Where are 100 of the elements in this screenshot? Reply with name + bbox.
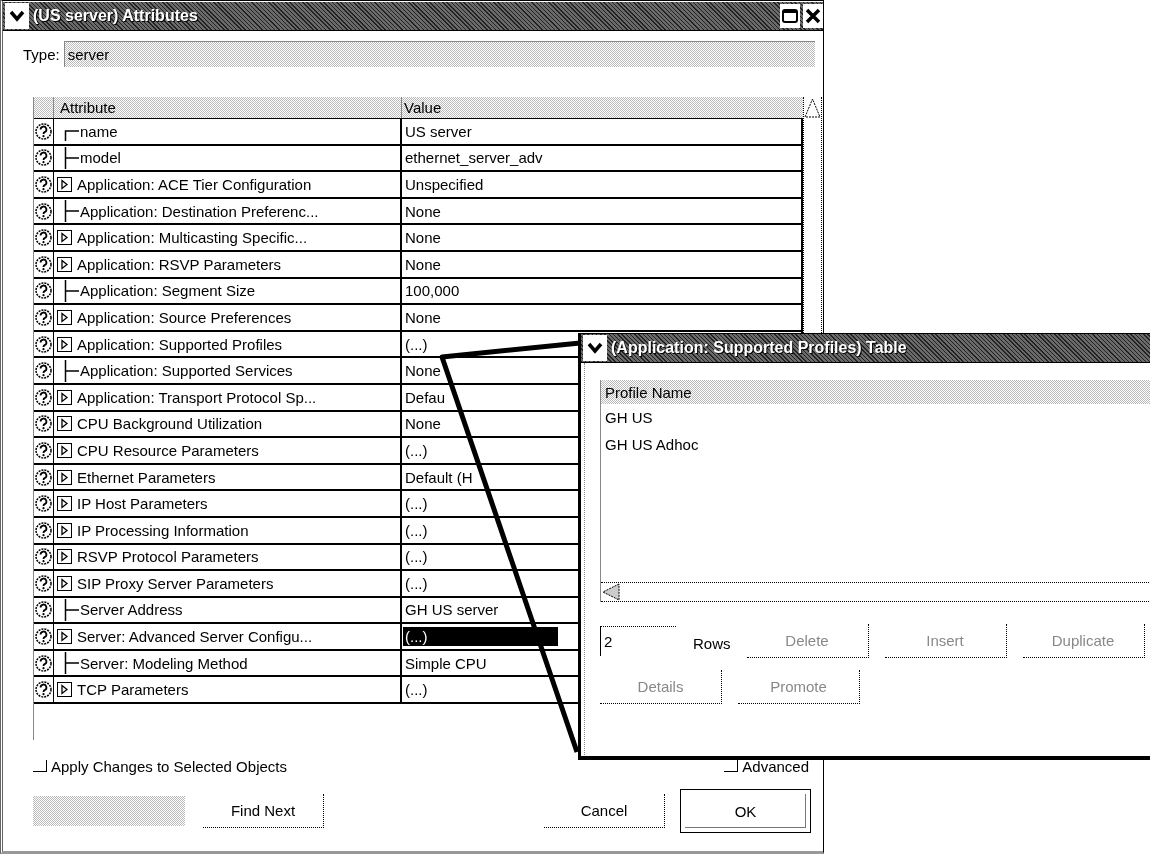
chevron-down-icon[interactable] bbox=[587, 342, 603, 354]
expand-icon[interactable] bbox=[57, 309, 72, 325]
maximize-icon[interactable] bbox=[780, 4, 800, 28]
checkbox-label[interactable]: Advanced bbox=[742, 758, 809, 775]
expand-icon[interactable] bbox=[57, 230, 72, 246]
chevron-down-icon[interactable] bbox=[9, 10, 25, 22]
attribute-value[interactable]: None bbox=[403, 201, 443, 221]
checkbox[interactable] bbox=[33, 760, 47, 772]
help-icon[interactable] bbox=[35, 176, 52, 193]
help-icon[interactable] bbox=[35, 654, 52, 672]
column-header[interactable]: Profile Name bbox=[601, 380, 1150, 404]
attribute-value[interactable]: Simple CPU bbox=[403, 653, 489, 673]
attribute-value[interactable]: Default (H bbox=[403, 467, 475, 487]
help-icon[interactable] bbox=[35, 468, 52, 486]
help-icon[interactable] bbox=[35, 495, 52, 513]
type-label: Type: bbox=[23, 45, 60, 63]
attribute-value[interactable]: None bbox=[403, 414, 443, 434]
attribute-name: Application: Multicasting Specific... bbox=[76, 229, 308, 247]
help-icon[interactable] bbox=[35, 548, 52, 566]
help-icon[interactable] bbox=[35, 308, 52, 326]
attribute-value[interactable]: (...) bbox=[403, 520, 430, 540]
expand-icon[interactable] bbox=[57, 682, 72, 698]
table-row[interactable]: GH US Adhoc bbox=[601, 431, 1150, 458]
attribute-value[interactable]: US server bbox=[403, 121, 474, 141]
expand-icon[interactable] bbox=[57, 522, 72, 538]
help-icon[interactable] bbox=[35, 574, 52, 592]
attribute-name: Application: Supported Services bbox=[79, 362, 293, 380]
attribute-value[interactable]: None bbox=[403, 307, 443, 327]
attribute-name: Ethernet Parameters bbox=[76, 468, 216, 486]
expand-icon[interactable] bbox=[57, 256, 72, 272]
expand-icon[interactable] bbox=[57, 575, 72, 591]
scroll-left-icon[interactable] bbox=[601, 583, 621, 601]
help-icon[interactable] bbox=[35, 521, 52, 539]
attribute-name: TCP Parameters bbox=[76, 681, 189, 699]
expand-icon[interactable] bbox=[57, 177, 72, 192]
attribute-name: RSVP Protocol Parameters bbox=[76, 548, 259, 566]
attribute-value[interactable]: (...) bbox=[403, 627, 558, 647]
checkbox-label[interactable]: Apply Changes to Selected Objects bbox=[51, 758, 287, 775]
help-icon[interactable] bbox=[35, 255, 52, 273]
attribute-name: CPU Background Utilization bbox=[76, 415, 263, 433]
column-header[interactable]: Value bbox=[402, 97, 803, 118]
attribute-value[interactable]: (...) bbox=[403, 494, 430, 514]
dialog-button[interactable]: Find Next bbox=[203, 794, 324, 828]
attribute-name: Application: ACE Tier Configuration bbox=[76, 176, 312, 193]
type-field: server bbox=[63, 41, 815, 67]
dialog-button[interactable]: OK bbox=[680, 789, 811, 833]
help-icon[interactable] bbox=[35, 149, 52, 167]
help-icon[interactable] bbox=[35, 229, 52, 247]
column-header[interactable]: Attribute bbox=[54, 97, 402, 118]
attribute-name: Server Address bbox=[79, 601, 183, 619]
help-icon[interactable] bbox=[35, 628, 52, 646]
help-icon[interactable] bbox=[35, 601, 52, 619]
search-field[interactable] bbox=[33, 796, 185, 826]
help-icon[interactable] bbox=[35, 362, 52, 380]
help-icon[interactable] bbox=[35, 441, 52, 459]
expand-icon[interactable] bbox=[57, 469, 72, 485]
attribute-value[interactable]: Defau bbox=[403, 387, 448, 407]
help-icon[interactable] bbox=[35, 282, 52, 300]
table-row[interactable]: GH US bbox=[601, 404, 1150, 431]
attribute-name: SIP Proxy Server Parameters bbox=[76, 574, 274, 592]
attribute-value[interactable]: GH US server bbox=[403, 600, 501, 620]
attribute-name: Application: Transport Protocol Sp... bbox=[76, 388, 317, 406]
expand-icon[interactable] bbox=[57, 496, 72, 512]
dialog-button[interactable]: Cancel bbox=[544, 794, 665, 828]
attribute-name: IP Host Parameters bbox=[76, 495, 208, 513]
attribute-value[interactable]: None bbox=[403, 254, 443, 274]
attribute-value[interactable]: ethernet_server_adv bbox=[403, 148, 545, 168]
expand-icon[interactable] bbox=[57, 389, 72, 405]
expand-icon[interactable] bbox=[57, 442, 72, 458]
scrollbar[interactable] bbox=[803, 97, 822, 333]
window-title: (Application: Supported Profiles) Table bbox=[610, 339, 907, 357]
attribute-value[interactable]: None bbox=[403, 228, 443, 248]
row-count-field[interactable]: 2 bbox=[600, 626, 676, 656]
expand-icon[interactable] bbox=[57, 416, 72, 432]
help-icon[interactable] bbox=[35, 335, 52, 353]
help-icon[interactable] bbox=[35, 202, 52, 220]
attribute-value[interactable]: None bbox=[403, 361, 443, 381]
help-icon[interactable] bbox=[35, 681, 52, 699]
attribute-name: Application: Source Preferences bbox=[76, 308, 292, 326]
attribute-value[interactable]: Unspecified bbox=[403, 175, 486, 194]
attribute-name: Application: Destination Preferenc... bbox=[79, 202, 319, 220]
attribute-value[interactable]: (...) bbox=[403, 440, 430, 460]
attribute-value[interactable]: (...) bbox=[403, 334, 430, 354]
attribute-value[interactable]: (...) bbox=[403, 547, 430, 567]
help-icon[interactable] bbox=[35, 415, 52, 433]
expand-icon[interactable] bbox=[57, 549, 72, 565]
close-icon[interactable] bbox=[803, 4, 823, 28]
attribute-name: CPU Resource Parameters bbox=[76, 441, 259, 459]
attribute-value[interactable]: 100,000 bbox=[403, 281, 462, 301]
attribute-value[interactable]: (...) bbox=[403, 573, 430, 593]
attribute-name: Server: Advanced Server Configu... bbox=[76, 628, 313, 646]
attribute-value[interactable]: (...) bbox=[403, 680, 430, 700]
help-icon[interactable] bbox=[35, 388, 52, 406]
attribute-name: Application: RSVP Parameters bbox=[76, 255, 281, 273]
attribute-name: IP Processing Information bbox=[76, 521, 249, 539]
attribute-name: Server: Modeling Method bbox=[79, 654, 248, 672]
help-icon[interactable] bbox=[35, 122, 52, 140]
attribute-name: name bbox=[79, 122, 118, 140]
expand-icon[interactable] bbox=[57, 336, 72, 352]
expand-icon[interactable] bbox=[57, 629, 72, 645]
